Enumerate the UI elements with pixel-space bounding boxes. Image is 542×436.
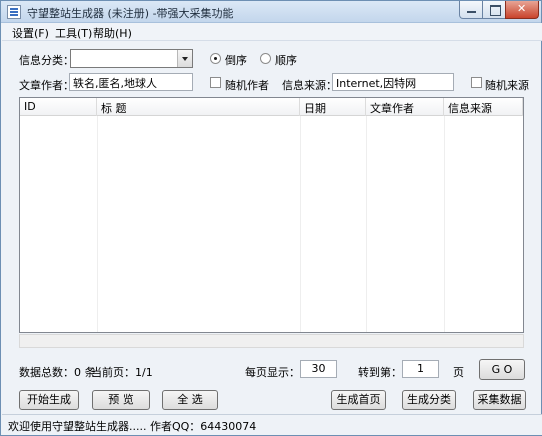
page-unit-label: 页 bbox=[453, 366, 464, 379]
app-window: 守望整站生成器 (未注册) -带强大采集功能 设置(F) 工具(T) 帮助(H)… bbox=[0, 0, 542, 436]
column-divider bbox=[300, 116, 301, 332]
menu-settings[interactable]: 设置(F) bbox=[12, 25, 49, 41]
generate-home-button[interactable]: 生成首页 bbox=[331, 390, 386, 410]
column-title[interactable]: 标 题 bbox=[97, 98, 300, 116]
order-asc-radio[interactable] bbox=[260, 53, 271, 64]
column-source[interactable]: 信息来源 bbox=[444, 98, 523, 116]
status-bar: 欢迎使用守望整站生成器..... 作者QQ：64430074 bbox=[2, 414, 542, 435]
title-bar[interactable]: 守望整站生成器 (未注册) -带强大采集功能 bbox=[1, 1, 541, 23]
app-icon bbox=[7, 5, 21, 19]
goto-label: 转到第： bbox=[358, 366, 402, 379]
status-text: 欢迎使用守望整站生成器..... 作者QQ：64430074 bbox=[8, 420, 257, 433]
minimize-icon[interactable] bbox=[459, 1, 483, 19]
per-page-label: 每页显示： bbox=[245, 366, 300, 379]
author-label: 文章作者： bbox=[19, 79, 74, 92]
close-icon[interactable] bbox=[505, 1, 539, 19]
per-page-input[interactable]: 30 bbox=[300, 360, 337, 378]
preview-button[interactable]: 预 览 bbox=[92, 390, 150, 410]
random-author-checkbox[interactable] bbox=[210, 77, 221, 88]
total-count: 数据总数：0 条 bbox=[19, 366, 96, 379]
random-source-label: 随机来源 bbox=[485, 79, 529, 92]
column-divider bbox=[97, 116, 98, 332]
source-input[interactable]: Internet,因特网 bbox=[332, 73, 454, 91]
table-header: ID 标 题 日期 文章作者 信息来源 bbox=[20, 98, 523, 116]
column-divider bbox=[444, 116, 445, 332]
collect-data-button[interactable]: 采集数据 bbox=[473, 390, 526, 410]
chevron-down-icon[interactable] bbox=[177, 50, 192, 67]
go-button[interactable]: G O bbox=[479, 359, 525, 380]
maximize-icon[interactable] bbox=[482, 1, 506, 19]
window-title: 守望整站生成器 (未注册) -带强大采集功能 bbox=[27, 7, 234, 20]
order-desc-radio[interactable] bbox=[210, 53, 221, 64]
horizontal-scrollbar[interactable] bbox=[19, 334, 524, 348]
column-divider bbox=[366, 116, 367, 332]
goto-page-input[interactable]: 1 bbox=[402, 360, 439, 378]
menu-tools[interactable]: 工具(T) bbox=[55, 25, 92, 41]
column-id[interactable]: ID bbox=[20, 98, 97, 116]
order-desc-label: 倒序 bbox=[225, 54, 247, 67]
author-input[interactable]: 轶名,匿名,地球人 bbox=[69, 73, 193, 91]
article-table[interactable]: ID 标 题 日期 文章作者 信息来源 bbox=[19, 97, 524, 333]
random-author-label: 随机作者 bbox=[225, 79, 269, 92]
column-date[interactable]: 日期 bbox=[300, 98, 366, 116]
menu-bar: 设置(F) 工具(T) 帮助(H) bbox=[2, 23, 542, 41]
generate-category-button[interactable]: 生成分类 bbox=[402, 390, 456, 410]
category-select[interactable] bbox=[70, 49, 193, 68]
random-source-checkbox[interactable] bbox=[471, 77, 482, 88]
column-author[interactable]: 文章作者 bbox=[366, 98, 444, 116]
select-all-button[interactable]: 全 选 bbox=[162, 390, 218, 410]
order-asc-label: 顺序 bbox=[275, 54, 297, 67]
start-generate-button[interactable]: 开始生成 bbox=[19, 390, 79, 410]
source-label: 信息来源： bbox=[282, 79, 337, 92]
category-label: 信息分类： bbox=[19, 54, 74, 67]
menu-help[interactable]: 帮助(H) bbox=[93, 25, 132, 41]
current-page: 当前页：1/1 bbox=[91, 366, 153, 379]
